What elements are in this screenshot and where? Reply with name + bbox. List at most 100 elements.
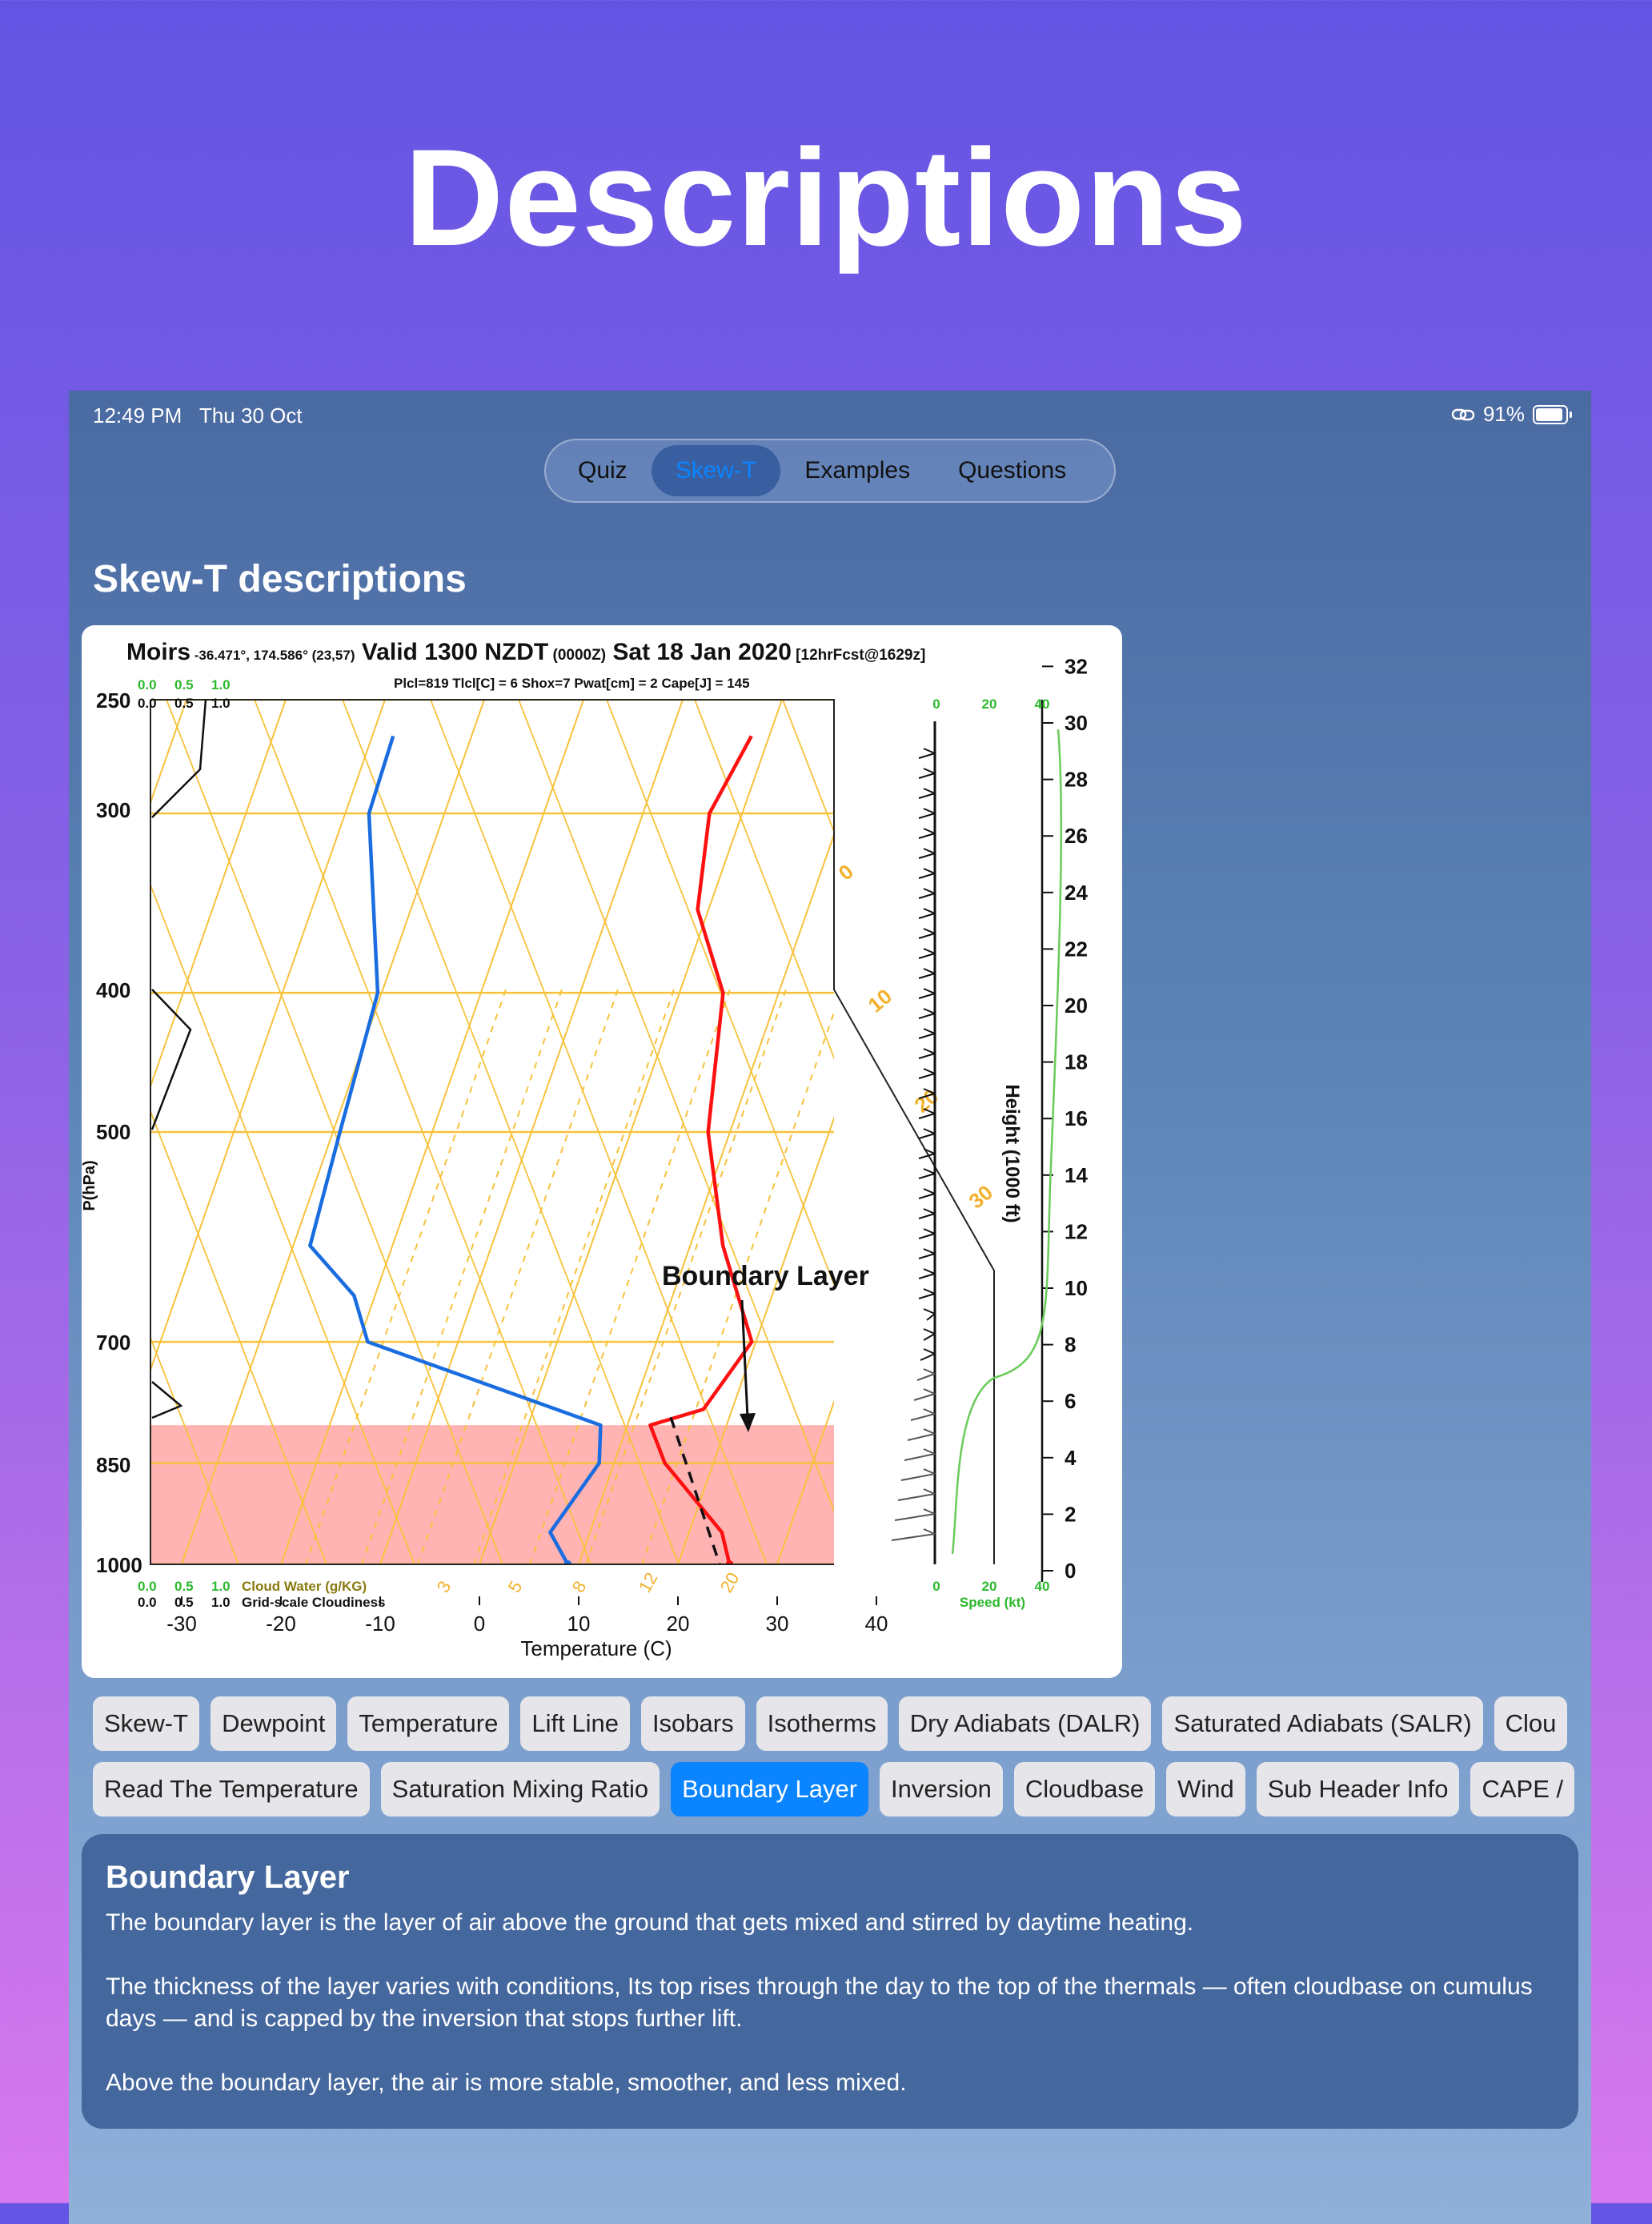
wind-barb [918,1188,936,1199]
mixing-ratio-label: 8 [568,1577,591,1596]
height-tick-label: 14 [1065,1163,1088,1187]
isotherm-label: 10 [864,984,896,1018]
pressure-label-700: 700 [96,1331,130,1355]
mixing-ratio-label: 3 [433,1577,455,1596]
cloud-water-scale: 0.5 [174,677,194,692]
wind-barb [907,1428,936,1441]
chip-cape[interactable]: CAPE / [1470,1762,1575,1817]
cloudiness-scale: 0.5 [174,696,194,711]
isotherm-label: 30 [964,1180,997,1214]
chip-boundary-layer[interactable]: Boundary Layer [671,1762,869,1817]
wind-barb [913,1388,936,1401]
wind-barb [918,1048,936,1059]
speed-scale-bottom: 20 [982,1579,997,1594]
wind-barb [918,848,936,859]
cloud-water-scale-bottom: 0.0 [138,1579,157,1594]
cloudiness-scale: 0.0 [138,696,157,711]
wind-barb [918,1288,936,1299]
height-tick-label: 20 [1065,994,1088,1018]
wind-barb [918,1268,936,1279]
height-tick-label: 0 [1065,1559,1076,1583]
tab-quiz[interactable]: Quiz [554,445,652,496]
chip-read-the-temperature[interactable]: Read The Temperature [93,1762,370,1817]
status-time: 12:49 PM Thu 30 Oct [93,403,303,428]
height-tick-label: 16 [1065,1106,1088,1130]
chip-saturated-adiabats-salr[interactable]: Saturated Adiabats (SALR) [1162,1696,1483,1751]
wind-barb [918,888,936,899]
pressure-label-850: 850 [96,1453,130,1477]
wind-barb [918,948,936,959]
isotherm-line [82,700,87,1564]
description-card: Boundary Layer The boundary layer is the… [82,1834,1578,2129]
wind-barb [904,1448,936,1461]
wind-barb [918,1228,936,1239]
boundary-layer-annotation: Boundary Layer [662,1261,869,1291]
wind-barb [894,1508,936,1521]
tab-skew-t[interactable]: Skew-T [651,445,781,496]
wind-barb [920,1348,936,1361]
chart-header: Moirs -36.471°, 174.586° (23,57) Valid 1… [126,639,925,665]
temp-tick-label: 10 [567,1612,591,1636]
wind-barb [916,1368,936,1381]
boundary-layer-shading [150,1425,834,1564]
cloud-water-scale: 1.0 [211,677,231,692]
wind-barb [918,968,936,979]
chip-temperature[interactable]: Temperature [347,1696,510,1751]
wind-barb [918,768,936,779]
height-tick-label: 26 [1065,824,1088,848]
chip-dry-adiabats-dalr[interactable]: Dry Adiabats (DALR) [898,1696,1152,1751]
chip-isobars[interactable]: Isobars [640,1696,745,1751]
chip-saturation-mixing-ratio[interactable]: Saturation Mixing Ratio [380,1762,660,1817]
temp-tick-label: 40 [865,1612,888,1636]
section-title: Skew-T descriptions [93,558,467,600]
cloudiness-scale-bottom: 0.5 [174,1595,194,1610]
pressure-label-1000: 1000 [96,1553,142,1577]
height-tick-label: 12 [1065,1219,1088,1243]
chip-cloudbase[interactable]: Cloudbase [1013,1762,1156,1817]
segmented-tabs: Quiz Skew-T Examples Questions [544,439,1116,503]
wind-barb [918,1008,936,1019]
cloudiness-label: Grid-scale Cloudiness [242,1595,386,1610]
height-tick-label: 8 [1065,1333,1076,1357]
wind-barb [918,828,936,839]
chip-skew-t[interactable]: Skew-T [93,1696,200,1751]
pressure-label-250: 250 [96,688,130,713]
mixing-ratio-label: 20 [716,1569,744,1596]
wind-barb [923,1328,936,1341]
link-icon [1451,408,1475,420]
height-tick-label: 6 [1065,1389,1076,1413]
wind-barb [918,1208,936,1219]
wind-barb [918,988,936,999]
tab-questions[interactable]: Questions [934,445,1090,496]
speed-scale-top: 40 [1035,697,1050,712]
description-paragraph-2: The thickness of the layer varies with c… [106,1973,1533,2032]
chip-wind[interactable]: Wind [1166,1762,1245,1817]
speed-label: Speed (kt) [960,1595,1025,1610]
y-axis-label: P(hPa) [82,1160,98,1210]
wind-barb [918,748,936,759]
chip-lift-line[interactable]: Lift Line [520,1696,630,1751]
battery-icon [1533,404,1568,424]
chip-dewpoint[interactable]: Dewpoint [211,1696,337,1751]
chip-inversion[interactable]: Inversion [880,1762,1003,1817]
wind-barb [918,1028,936,1039]
pressure-label-500: 500 [96,1120,130,1144]
height-tick-label: 4 [1065,1446,1077,1470]
height-tick-label: 18 [1065,1050,1088,1074]
chip-isotherms[interactable]: Isotherms [756,1696,888,1751]
chip-clou[interactable]: Clou [1494,1696,1568,1751]
skew-t-svg: Moirs -36.471°, 174.586° (23,57) Valid 1… [82,639,1122,1660]
wind-barb [910,1408,936,1421]
wind-barb [891,1528,936,1541]
isotherm-line [976,700,1122,1564]
height-tick-label: 32 [1065,654,1088,678]
chip-sub-header-info[interactable]: Sub Header Info [1256,1762,1460,1817]
battery-percent: 91% [1482,402,1525,426]
cloudiness-scale-bottom: 0.0 [138,1595,157,1610]
status-bar: 12:49 PM Thu 30 Oct 91% [69,391,1591,439]
temp-tick-label: -10 [365,1612,395,1636]
tab-examples[interactable]: Examples [780,445,934,496]
topic-chips-row-2: Read The Temperature Saturation Mixing Ra… [93,1762,1575,1817]
height-tick-label: 22 [1065,937,1088,961]
speed-scale-bottom: 40 [1035,1579,1050,1594]
